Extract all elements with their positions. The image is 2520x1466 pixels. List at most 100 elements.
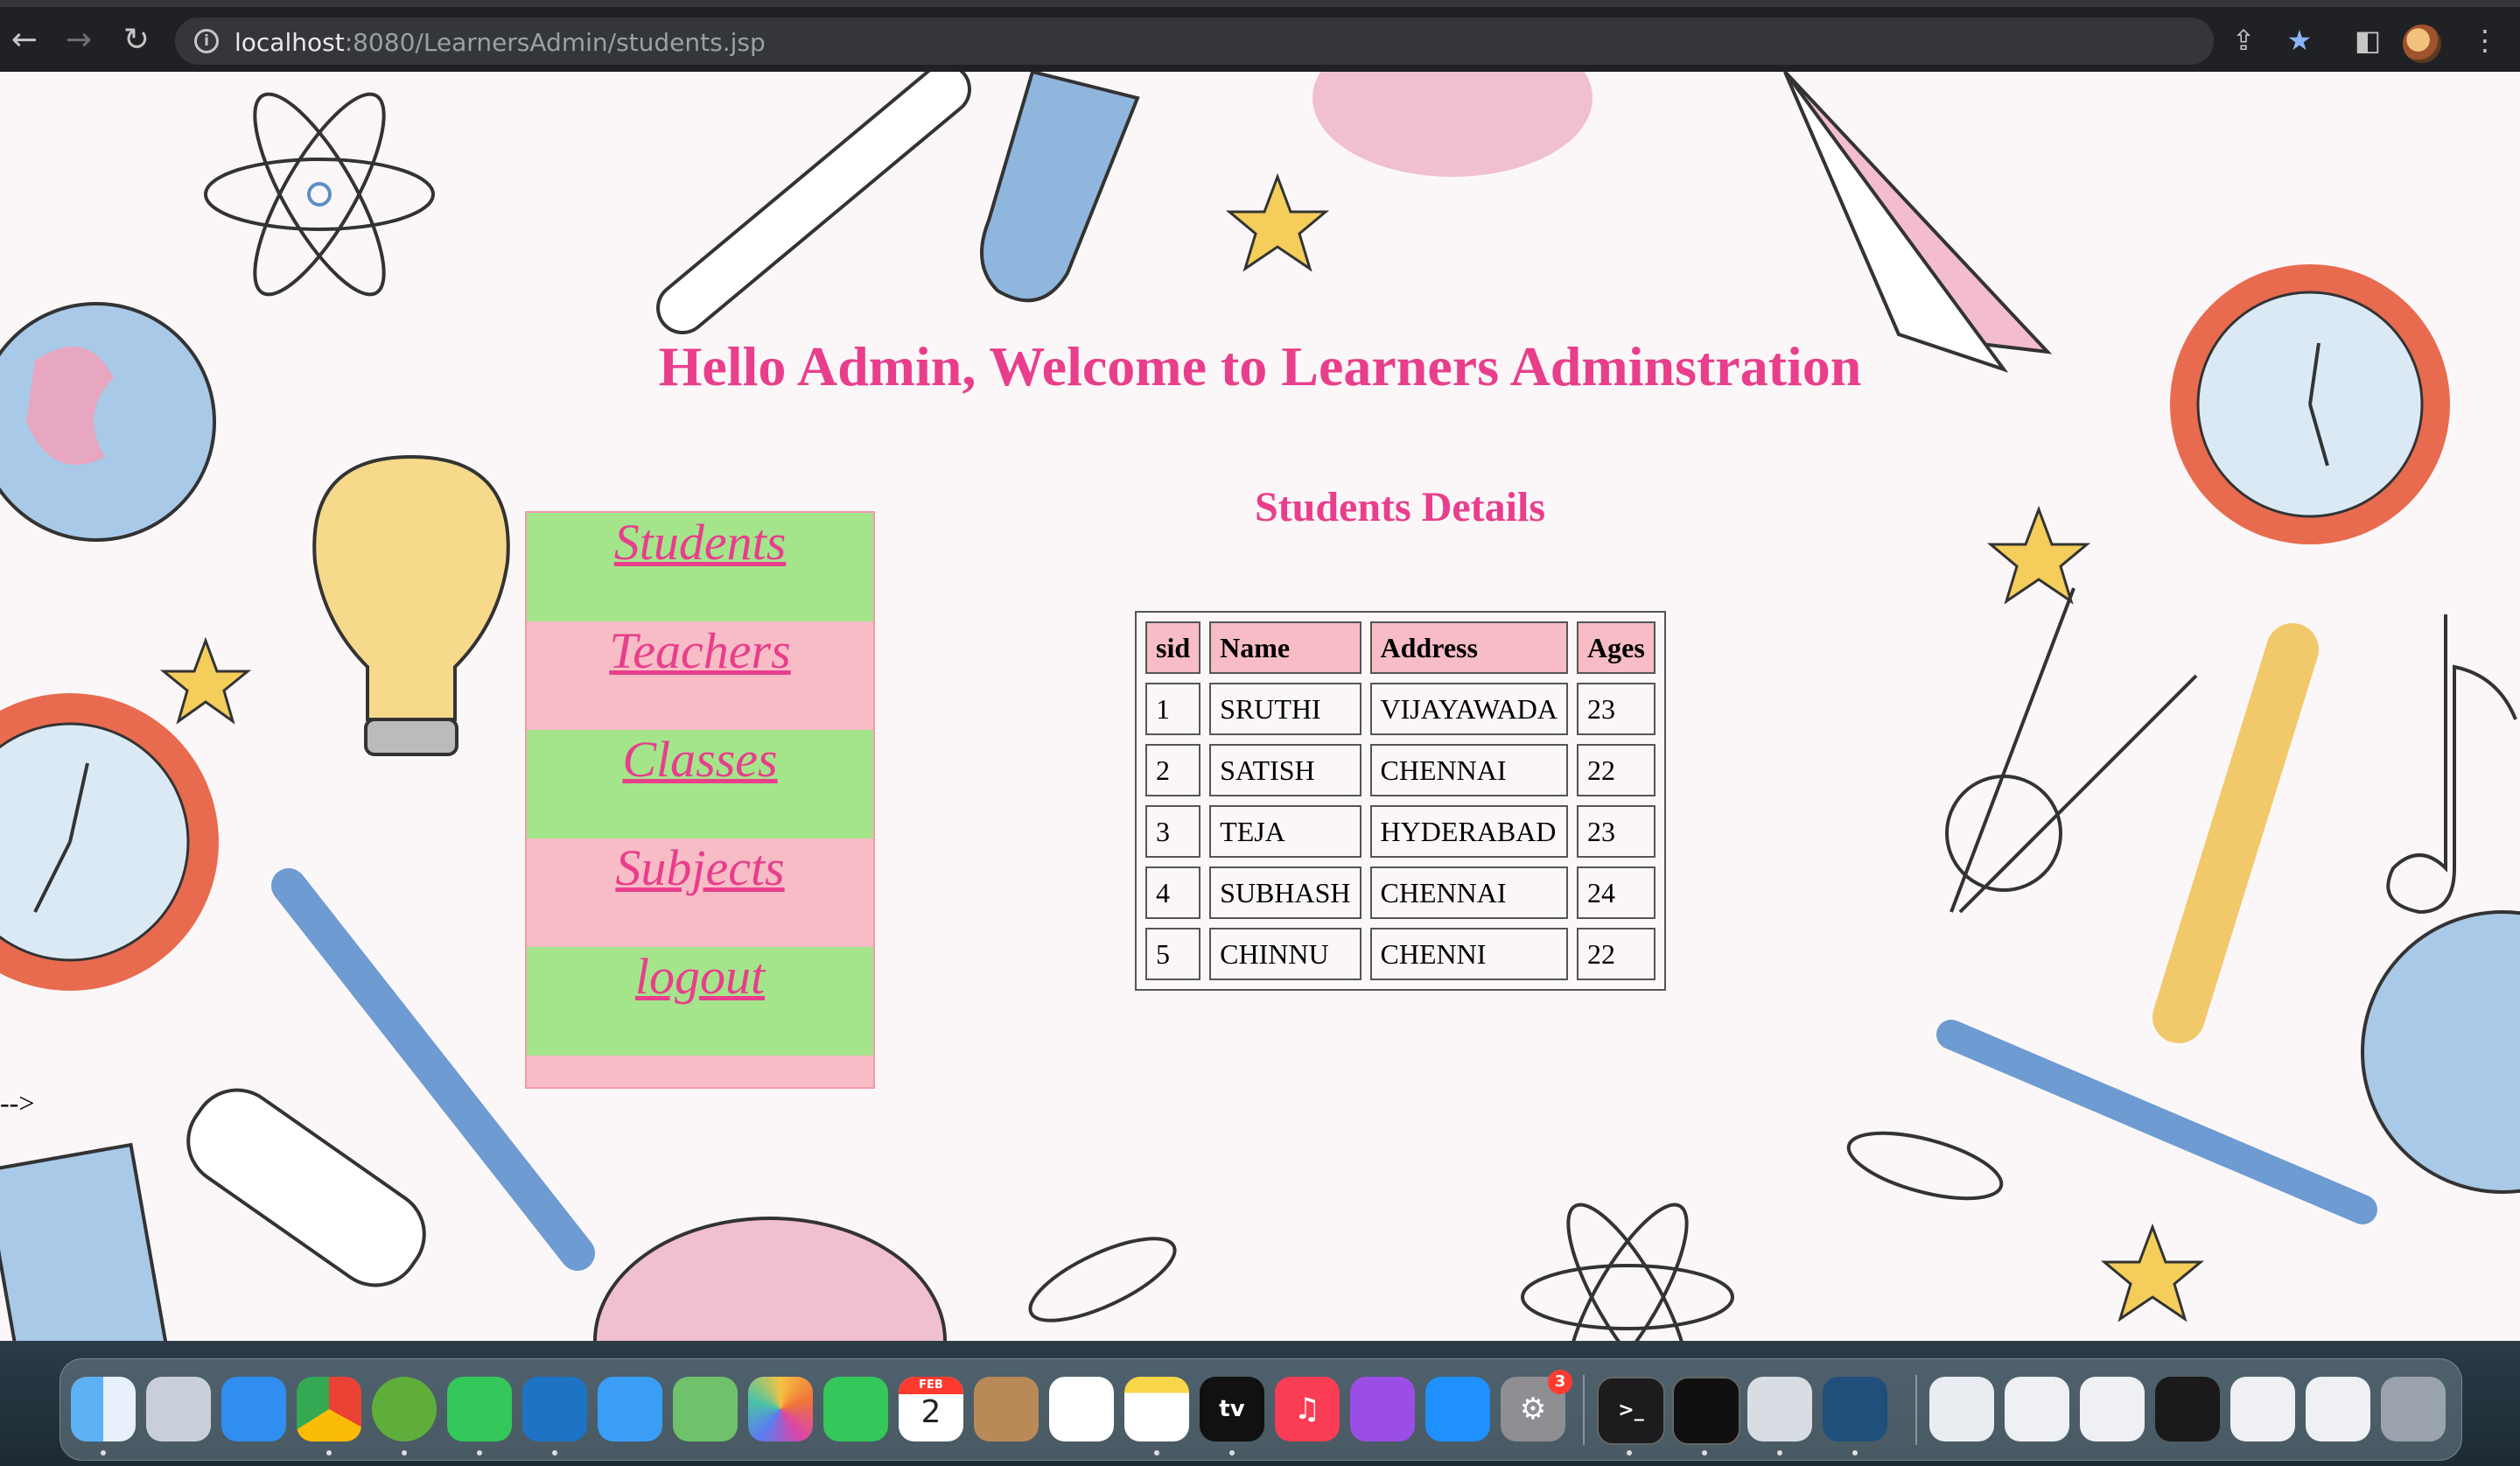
back-arrow-icon[interactable]: ← (5, 21, 44, 60)
menu-link-students[interactable]: Students (527, 513, 873, 621)
alarm-clock-icon (0, 693, 219, 991)
more-menu-icon[interactable]: ⋮ (2466, 21, 2504, 60)
pen-icon (1936, 1020, 2377, 1224)
menu-link-logout[interactable]: logout (527, 947, 873, 1056)
cell-sid: 4 (1145, 866, 1201, 919)
site-info-icon[interactable]: i (194, 29, 219, 53)
cell-age: 22 (1577, 928, 1656, 980)
calendar-day: 2 (920, 1394, 942, 1430)
calendar-icon[interactable]: FEB 2 (899, 1377, 963, 1441)
cell-age: 22 (1577, 744, 1656, 796)
running-indicator (1229, 1450, 1235, 1455)
chrome-window-thumbnail-icon[interactable] (2306, 1377, 2370, 1441)
atom-bottom-icon (1521, 1203, 1734, 1341)
spring-tools-icon[interactable] (372, 1377, 437, 1441)
app-store-icon[interactable] (1425, 1377, 1490, 1441)
reload-icon[interactable]: ↻ (117, 21, 156, 60)
running-indicator (402, 1450, 407, 1455)
running-indicator (326, 1450, 332, 1455)
stray-comment-text: --> (0, 1087, 35, 1119)
activity-monitor-icon[interactable] (1672, 1377, 1740, 1445)
maps-icon[interactable] (673, 1377, 738, 1441)
bookmark-star-icon[interactable]: ★ (2280, 21, 2319, 60)
dock-separator (1915, 1375, 1917, 1445)
column-header-address: Address (1369, 621, 1568, 674)
cell-name: SUBHASH (1209, 866, 1362, 919)
test-tube-icon (980, 72, 1140, 303)
table-row: 3 TEJA HYDERABAD 23 (1145, 805, 1656, 858)
dock-separator (1583, 1375, 1585, 1445)
share-icon[interactable]: ⇪ (2224, 21, 2263, 60)
running-indicator (1702, 1450, 1707, 1455)
cell-sid: 2 (1145, 744, 1201, 796)
safari-icon[interactable] (221, 1377, 286, 1441)
table-header-row: sid Name Address Ages (1145, 621, 1656, 674)
mysql-workbench-icon[interactable] (1823, 1377, 1887, 1441)
calendar-month: FEB (899, 1377, 963, 1394)
vscode-icon[interactable] (522, 1377, 587, 1441)
pencil-icon (656, 72, 971, 334)
pencil-right-icon (2152, 623, 2319, 1043)
running-indicator (1852, 1450, 1858, 1455)
preview-icon[interactable] (1747, 1377, 1812, 1441)
photos-icon[interactable] (748, 1377, 813, 1441)
menu-link-teachers[interactable]: Teachers (527, 621, 873, 730)
table-row: 4 SUBHASH CHENNAI 24 (1145, 866, 1656, 919)
trash-icon[interactable] (2381, 1377, 2446, 1441)
table-row: 5 CHINNU CHENNI 22 (1145, 928, 1656, 980)
table-title: Students Details (1254, 484, 1546, 530)
chrome-icon[interactable] (297, 1377, 361, 1441)
cell-name: TEJA (1209, 805, 1362, 858)
planet-bottom-icon (593, 1217, 947, 1341)
url-text: localhost:8080/LearnersAdmin/students.js… (234, 28, 766, 57)
running-indicator (1777, 1450, 1782, 1455)
alarm-clock-right-icon (2170, 264, 2450, 544)
menu-link-subjects[interactable]: Subjects (527, 838, 873, 947)
page-body: Hello Admin, Welcome to Learners Adminst… (0, 72, 2520, 1341)
paper-plane-icon (1783, 72, 2053, 373)
window-thumbnail-icon[interactable] (1929, 1377, 1994, 1441)
messages-icon[interactable] (447, 1377, 512, 1441)
menu-link-classes[interactable]: Classes (527, 730, 873, 838)
lightbulb-icon (312, 454, 510, 756)
cell-address: VIJAYAWADA (1369, 683, 1568, 735)
mail-icon[interactable] (598, 1377, 662, 1441)
table-row: 1 SRUTHI VIJAYAWADA 23 (1145, 683, 1656, 735)
cell-age: 23 (1577, 805, 1656, 858)
apple-tv-label: tv (1219, 1396, 1245, 1422)
running-indicator (1627, 1450, 1632, 1455)
music-icon[interactable]: ♫ (1275, 1377, 1340, 1441)
cell-name: CHINNU (1209, 928, 1362, 980)
terminal-window-thumbnail-icon[interactable] (2155, 1377, 2220, 1441)
notes-icon[interactable] (1124, 1377, 1189, 1441)
address-bar[interactable]: i localhost:8080/LearnersAdmin/students.… (175, 18, 2214, 65)
cell-sid: 5 (1145, 928, 1201, 980)
column-header-ages: Ages (1577, 621, 1656, 674)
terminal-icon[interactable]: >_ (1597, 1377, 1665, 1445)
chrome-window-thumbnail-icon[interactable] (2080, 1377, 2145, 1441)
facetime-icon[interactable] (823, 1377, 888, 1441)
side-panel-icon[interactable]: ◧ (2348, 21, 2387, 60)
contacts-icon[interactable] (974, 1377, 1039, 1441)
side-menu: Students Teachers Classes Subjects logou… (525, 511, 875, 1089)
cell-age: 24 (1577, 866, 1656, 919)
globe-right-icon (2361, 910, 2520, 1194)
podcasts-icon[interactable] (1350, 1377, 1415, 1441)
apple-tv-icon[interactable]: tv (1200, 1377, 1264, 1441)
cell-age: 23 (1577, 683, 1656, 735)
reminders-icon[interactable] (1049, 1377, 1114, 1441)
profile-avatar[interactable] (2403, 25, 2441, 63)
running-indicator (101, 1450, 106, 1455)
cell-address: CHENNI (1369, 928, 1568, 980)
planet-icon (1312, 72, 1592, 177)
chrome-window-thumbnail-icon[interactable] (2230, 1377, 2295, 1441)
finder-icon[interactable] (71, 1377, 136, 1441)
column-header-sid: sid (1145, 621, 1201, 674)
launchpad-icon[interactable] (146, 1377, 211, 1441)
forward-arrow-icon[interactable]: → (60, 21, 98, 60)
table-row: 2 SATISH CHENNAI 22 (1145, 744, 1656, 796)
cell-address: CHENNAI (1369, 866, 1568, 919)
running-indicator (1154, 1450, 1159, 1455)
cell-name: SRUTHI (1209, 683, 1362, 735)
chrome-window-thumbnail-icon[interactable] (2005, 1377, 2069, 1441)
